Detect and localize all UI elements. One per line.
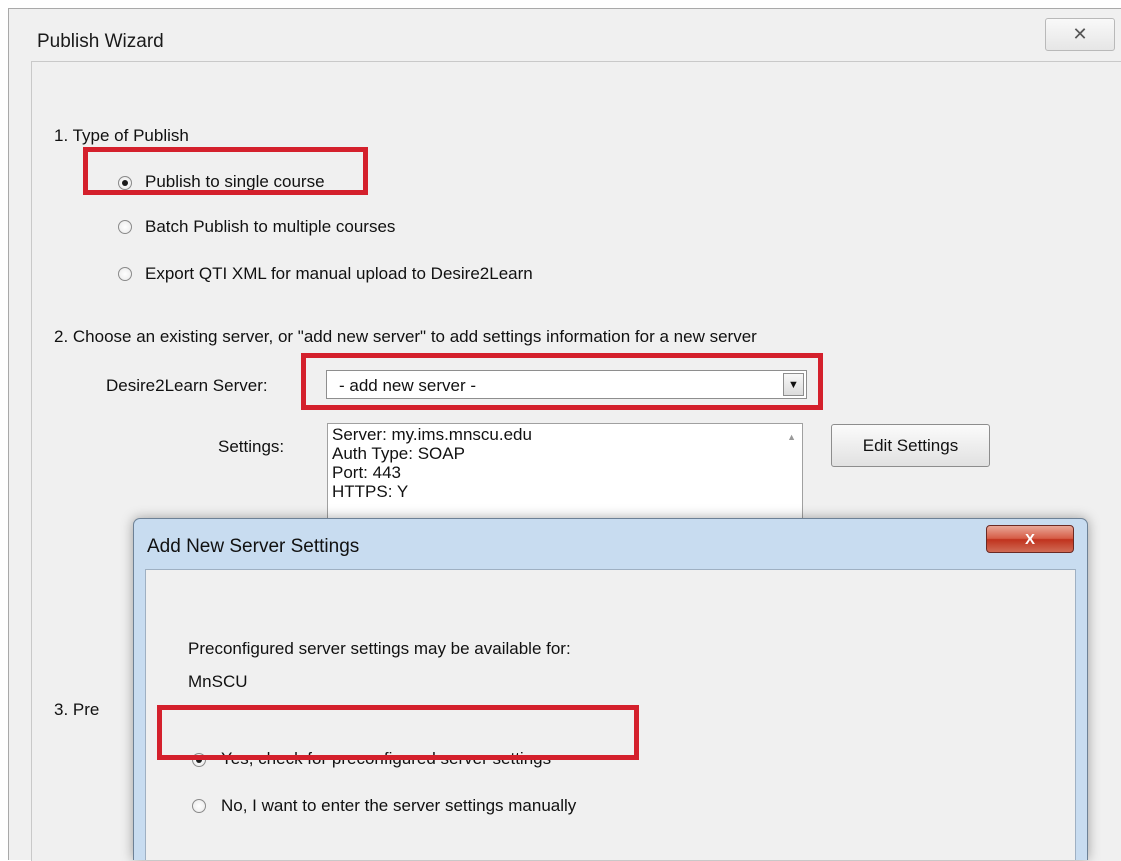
radio-export-qti[interactable]	[118, 267, 132, 281]
scroll-up-icon[interactable]: ▲	[787, 432, 796, 442]
highlight-box	[301, 353, 823, 410]
edit-settings-button[interactable]: Edit Settings	[831, 424, 990, 467]
server-label: Desire2Learn Server:	[106, 376, 268, 395]
radio-batch-publish-label[interactable]: Batch Publish to multiple courses	[145, 217, 395, 237]
dialog-message: Preconfigured server settings may be ava…	[188, 639, 571, 658]
wizard-title: Publish Wizard	[37, 31, 164, 52]
wizard-close-button[interactable]: ✕	[1045, 18, 1115, 51]
section1-heading: 1. Type of Publish	[54, 126, 189, 145]
dialog-title: Add New Server Settings	[147, 536, 360, 557]
settings-line: Auth Type: SOAP	[332, 444, 465, 463]
settings-label: Settings:	[218, 437, 285, 456]
close-icon: X	[1024, 530, 1035, 548]
radio-export-qti-label[interactable]: Export QTI XML for manual upload to Desi…	[145, 264, 533, 284]
section2-heading: 2. Choose an existing server, or "add ne…	[54, 327, 757, 346]
radio-batch-publish[interactable]	[118, 220, 132, 234]
close-icon: ✕	[1072, 24, 1088, 44]
highlight-box	[157, 705, 639, 760]
settings-line: HTTPS: Y	[332, 482, 409, 501]
dialog-close-button[interactable]: X	[986, 525, 1074, 553]
add-server-dialog: Add New Server Settings X Preconfigured …	[133, 518, 1088, 860]
dialog-org: MnSCU	[188, 672, 248, 691]
settings-line: Port: 443	[332, 463, 401, 482]
radio-no-manual[interactable]	[192, 799, 206, 813]
radio-no-manual-label[interactable]: No, I want to enter the server settings …	[221, 796, 576, 816]
settings-textbox[interactable]: Server: my.ims.mnscu.edu Auth Type: SOAP…	[327, 423, 803, 533]
settings-line: Server: my.ims.mnscu.edu	[332, 425, 532, 444]
section3-heading: 3. Pre	[54, 700, 100, 719]
highlight-box	[83, 147, 368, 195]
